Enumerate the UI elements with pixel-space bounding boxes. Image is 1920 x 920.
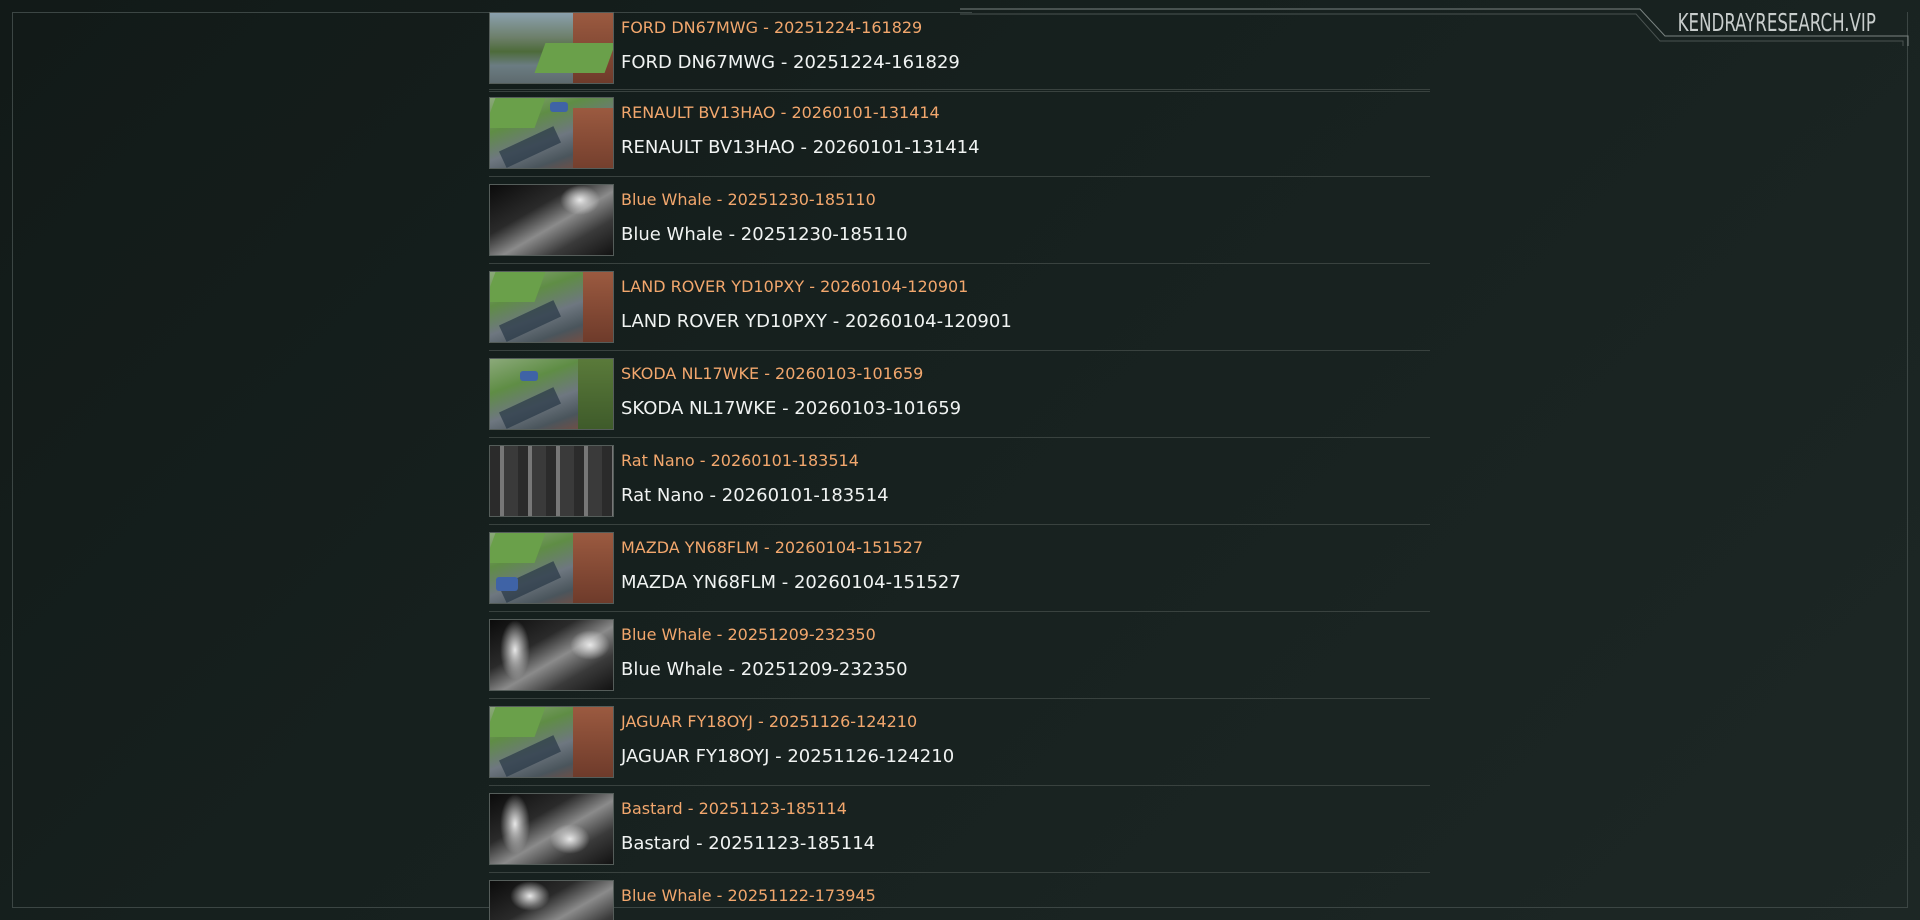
thumbnail-image[interactable] [489, 445, 614, 517]
thumbnail-image[interactable] [489, 184, 614, 256]
list-item[interactable]: JAGUAR FY18OYJ - 20251126-124210 JAGUAR … [489, 698, 1430, 786]
site-brand[interactable]: KENDRAYRESEARCH.VIP [1678, 8, 1876, 37]
item-subtitle: Bastard - 20251123-185114 [621, 833, 876, 854]
recordings-list: FORD DN67MWG - 20251224-161829 FORD DN67… [489, 0, 1430, 920]
list-item[interactable]: FORD DN67MWG - 20251224-161829 FORD DN67… [489, 12, 1430, 92]
thumbnail-image[interactable] [489, 358, 614, 430]
list-item[interactable]: Blue Whale - 20251209-232350 Blue Whale … [489, 611, 1430, 699]
item-subtitle: MAZDA YN68FLM - 20260104-151527 [621, 572, 961, 593]
item-title-link[interactable]: Blue Whale - 20251122-173945 [621, 886, 876, 905]
item-title-link[interactable]: JAGUAR FY18OYJ - 20251126-124210 [621, 712, 917, 731]
item-title-link[interactable]: Blue Whale - 20251209-232350 [621, 625, 876, 644]
item-title-link[interactable]: Bastard - 20251123-185114 [621, 799, 847, 818]
thumbnail-image[interactable] [489, 619, 614, 691]
item-subtitle: SKODA NL17WKE - 20260103-101659 [621, 398, 962, 419]
item-title-link[interactable]: Blue Whale - 20251230-185110 [621, 190, 876, 209]
thumbnail-image[interactable] [489, 880, 614, 920]
list-item[interactable]: SKODA NL17WKE - 20260103-101659 SKODA NL… [489, 350, 1430, 438]
item-title-link[interactable]: SKODA NL17WKE - 20260103-101659 [621, 364, 923, 383]
item-subtitle: Rat Nano - 20260101-183514 [621, 485, 889, 506]
thumbnail-image[interactable] [489, 706, 614, 778]
item-subtitle: FORD DN67MWG - 20251224-161829 [621, 52, 960, 73]
list-item[interactable]: LAND ROVER YD10PXY - 20260104-120901 LAN… [489, 263, 1430, 351]
item-subtitle: JAGUAR FY18OYJ - 20251126-124210 [621, 746, 955, 767]
list-item[interactable]: RENAULT BV13HAO - 20260101-131414 RENAUL… [489, 89, 1430, 177]
item-title-link[interactable]: FORD DN67MWG - 20251224-161829 [621, 18, 922, 37]
thumbnail-image[interactable] [489, 97, 614, 169]
thumbnail-image[interactable] [489, 532, 614, 604]
item-subtitle: Blue Whale - 20251209-232350 [621, 659, 908, 680]
item-title-link[interactable]: RENAULT BV13HAO - 20260101-131414 [621, 103, 940, 122]
item-subtitle: LAND ROVER YD10PXY - 20260104-120901 [621, 311, 1012, 332]
item-title-link[interactable]: MAZDA YN68FLM - 20260104-151527 [621, 538, 923, 557]
thumbnail-image[interactable] [489, 12, 614, 84]
thumbnail-image[interactable] [489, 793, 614, 865]
list-item[interactable]: Blue Whale - 20251230-185110 Blue Whale … [489, 176, 1430, 264]
list-item[interactable]: Blue Whale - 20251122-173945 [489, 872, 1430, 920]
item-subtitle: RENAULT BV13HAO - 20260101-131414 [621, 137, 980, 158]
item-subtitle: Blue Whale - 20251230-185110 [621, 224, 908, 245]
list-item[interactable]: MAZDA YN68FLM - 20260104-151527 MAZDA YN… [489, 524, 1430, 612]
list-item[interactable]: Rat Nano - 20260101-183514 Rat Nano - 20… [489, 437, 1430, 525]
list-item[interactable]: Bastard - 20251123-185114 Bastard - 2025… [489, 785, 1430, 873]
item-title-link[interactable]: Rat Nano - 20260101-183514 [621, 451, 859, 470]
item-title-link[interactable]: LAND ROVER YD10PXY - 20260104-120901 [621, 277, 968, 296]
thumbnail-image[interactable] [489, 271, 614, 343]
